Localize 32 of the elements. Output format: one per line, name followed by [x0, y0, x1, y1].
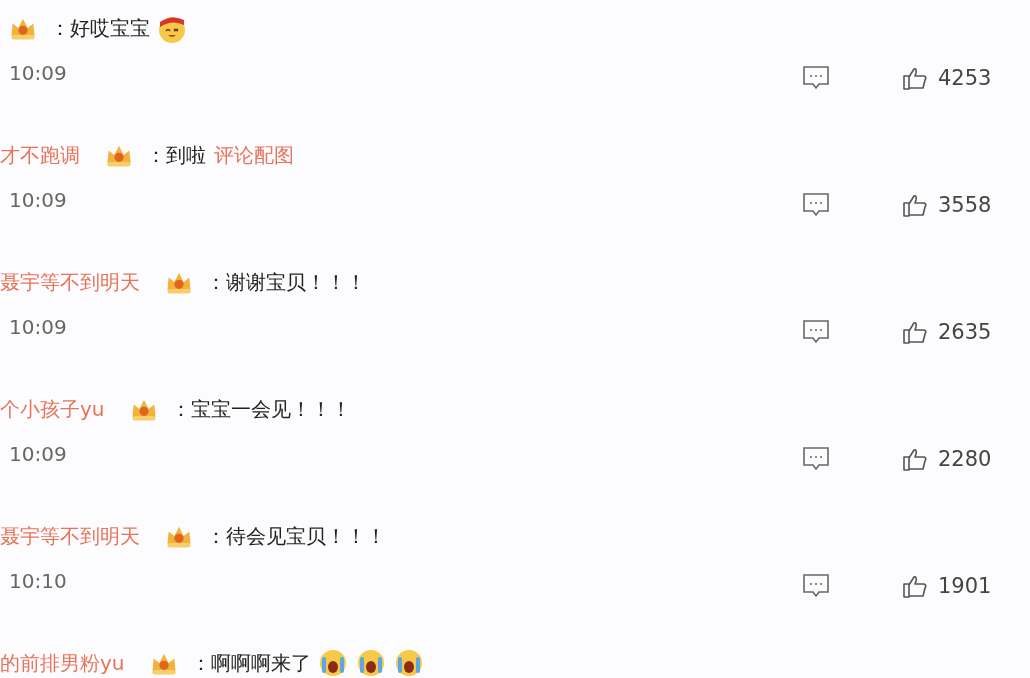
comment-icon[interactable]	[802, 319, 830, 345]
thumbs-up-icon	[902, 192, 928, 218]
comment-icon[interactable]	[802, 192, 830, 218]
comment-text: ：啊啊啊来了	[190, 649, 311, 677]
thumbs-up-icon	[902, 446, 928, 472]
comment-icon[interactable]	[802, 446, 830, 472]
thumbs-up-icon	[902, 65, 928, 91]
comment-time: 10:09	[9, 61, 68, 85]
username-link[interactable]: 聂宇等不到明天	[0, 268, 140, 296]
like-button[interactable]: 4253	[902, 65, 992, 91]
comment-text: ：到啦	[146, 141, 206, 169]
image-link[interactable]: 评论配图	[214, 141, 294, 169]
comment-text: ：待会见宝贝！！！	[206, 522, 386, 550]
thumbs-up-icon	[902, 573, 928, 599]
comment-time: 10:09	[9, 188, 68, 212]
thumbs-up-icon	[902, 319, 928, 345]
comment-time: 10:10	[9, 569, 68, 593]
comment-text: ：谢谢宝贝！！！	[206, 268, 366, 296]
comment-text: ：宝宝一会见！！！	[170, 395, 351, 423]
like-button[interactable]: 3558	[902, 192, 992, 218]
comment-time: 10:09	[9, 315, 68, 339]
username-link[interactable]: 才不跑调	[0, 141, 80, 169]
username-link[interactable]: 的前排男粉yu	[0, 649, 125, 677]
username-link[interactable]: 聂宇等不到明天	[0, 522, 140, 550]
comment-time: 10:09	[9, 442, 68, 466]
like-button[interactable]: 2635	[902, 319, 992, 345]
like-button[interactable]: 1901	[902, 573, 992, 599]
like-button[interactable]: 2280	[902, 446, 992, 472]
username-link[interactable]: 个小孩子yu	[0, 395, 105, 423]
comment-text: ：好哎宝宝	[50, 14, 150, 42]
comment-icon[interactable]	[802, 573, 830, 599]
comment-icon[interactable]	[802, 65, 830, 91]
